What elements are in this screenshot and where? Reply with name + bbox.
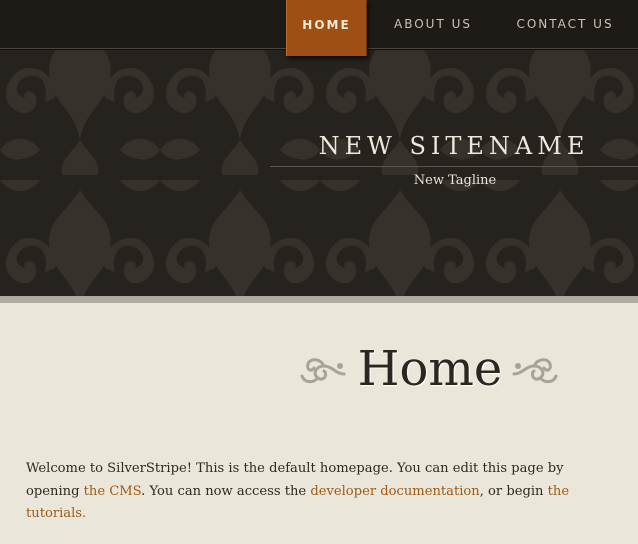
header-bottom-border: [0, 296, 638, 303]
site-name[interactable]: NEW SITENAME: [270, 132, 638, 160]
nav-item-contact-us[interactable]: CONTACT US: [505, 0, 625, 48]
page-title: Home: [357, 341, 503, 397]
nav-item-about-us[interactable]: ABOUT US: [384, 0, 482, 48]
site-header: HOME ABOUT US CONTACT US NEW SITENAME Ne…: [0, 0, 638, 296]
cms-link[interactable]: the CMS: [84, 484, 142, 499]
intro-text: . You can now access the: [141, 483, 311, 499]
site-tagline: New Tagline: [413, 173, 497, 188]
developer-documentation-link[interactable]: developer documentation: [310, 484, 479, 499]
nav-item-home[interactable]: HOME: [286, 0, 367, 56]
intro-text: , or begin: [479, 483, 548, 499]
intro-paragraph: Welcome to SilverStripe! This is the def…: [26, 458, 616, 526]
flourish-icon: [512, 358, 558, 384]
site-name-divider: [270, 166, 638, 167]
